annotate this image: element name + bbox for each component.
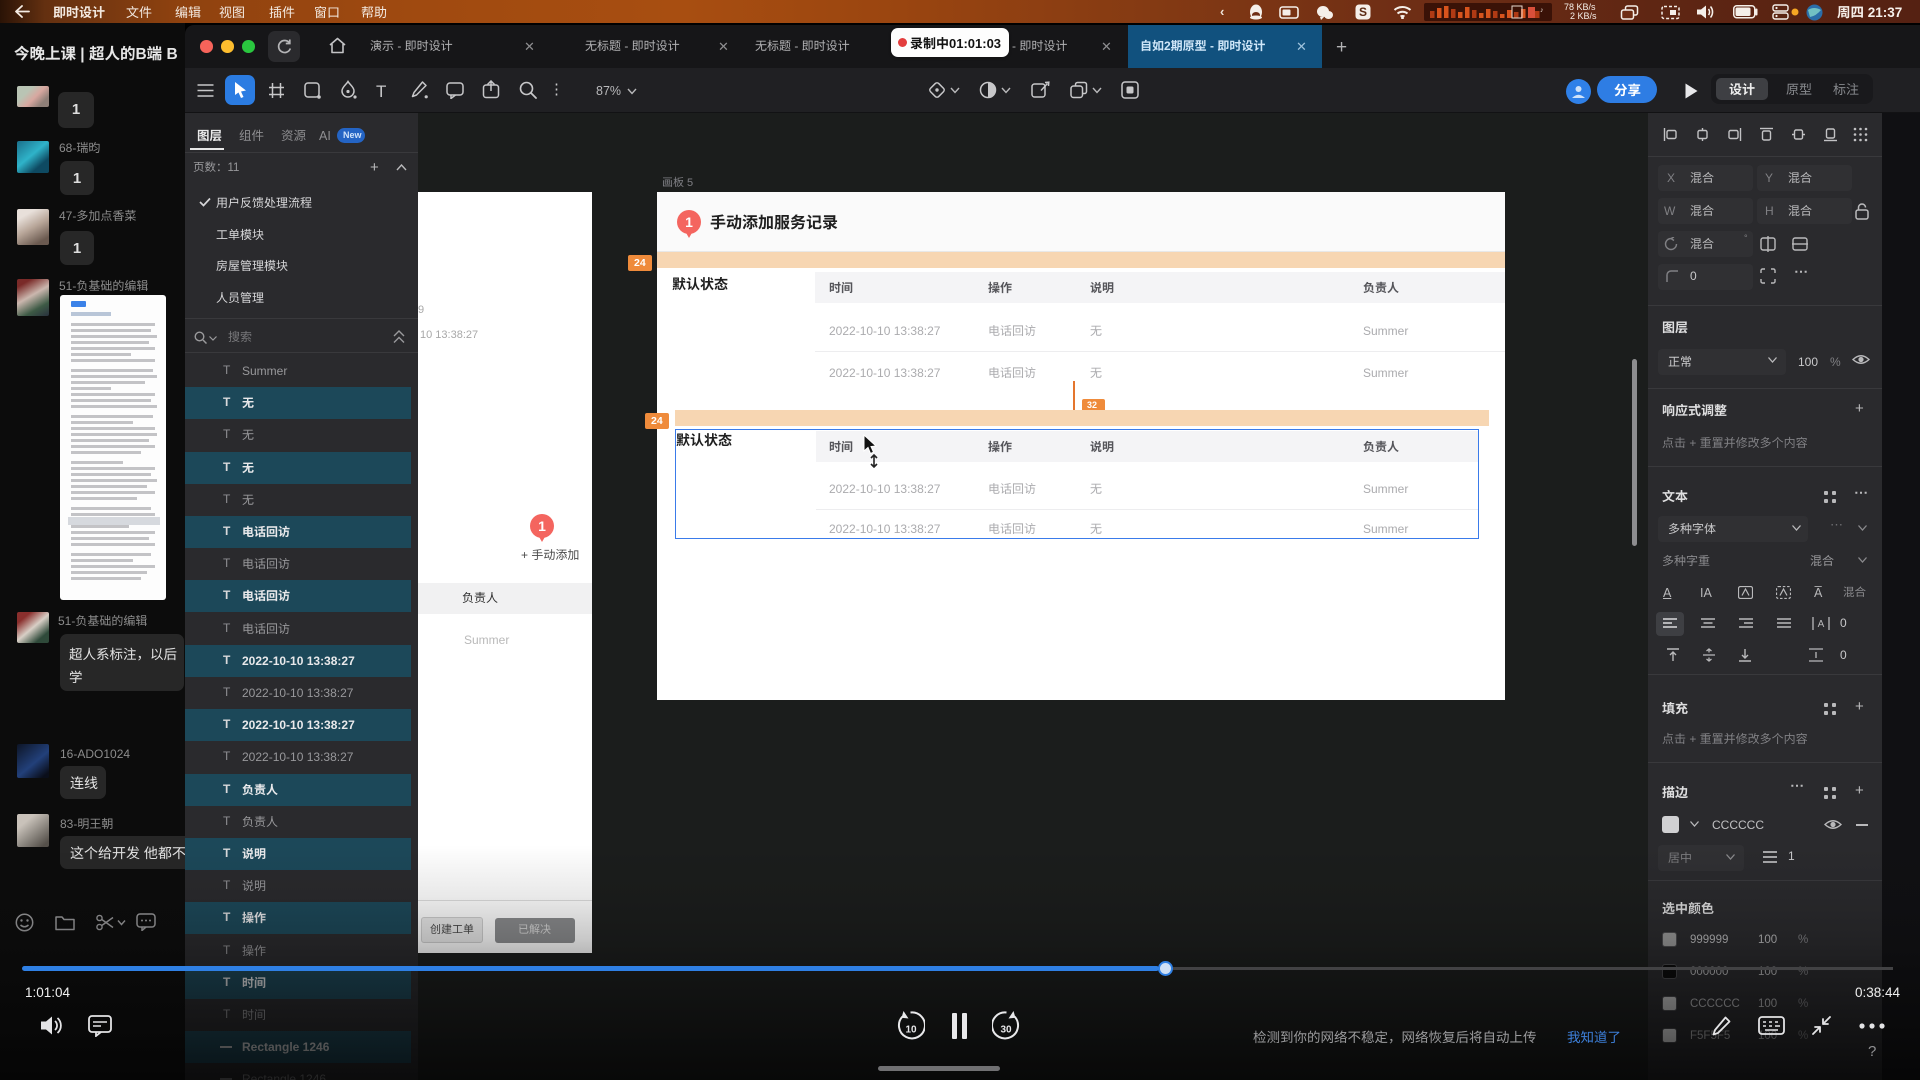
svg-text:1: 1: [685, 214, 693, 230]
svg-text:S: S: [1359, 5, 1367, 19]
svg-text:♪: ♪: [1540, 7, 1544, 14]
svg-text:1: 1: [538, 518, 546, 534]
svg-text:30: 30: [1000, 1025, 1012, 1036]
svg-text:10: 10: [905, 1025, 917, 1036]
svg-text:A: A: [1818, 619, 1825, 630]
